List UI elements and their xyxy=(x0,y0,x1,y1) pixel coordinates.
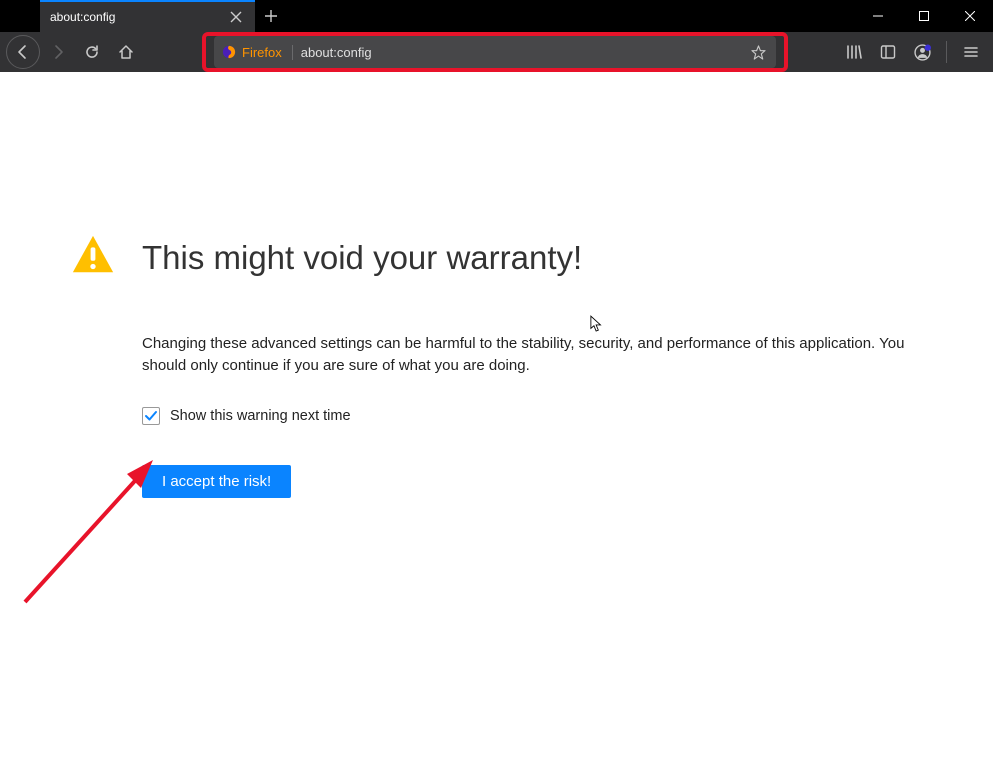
home-button[interactable] xyxy=(110,36,142,68)
tab-title: about:config xyxy=(50,10,219,24)
maximize-button[interactable] xyxy=(901,0,947,32)
toolbar-separator xyxy=(946,41,947,63)
close-window-button[interactable] xyxy=(947,0,993,32)
accept-risk-button[interactable]: I accept the risk! xyxy=(142,465,291,498)
show-warning-checkbox-label: Show this warning next time xyxy=(170,408,351,424)
new-tab-button[interactable] xyxy=(255,0,287,32)
urlbar-container: Firefox about:config xyxy=(214,36,776,68)
browser-tab[interactable]: about:config xyxy=(40,0,255,32)
tab-strip: about:config xyxy=(0,0,855,32)
show-warning-checkbox[interactable] xyxy=(142,407,160,425)
minimize-button[interactable] xyxy=(855,0,901,32)
library-button[interactable] xyxy=(838,36,870,68)
warning-title: This might void your warranty! xyxy=(142,239,582,277)
warning-triangle-icon xyxy=(70,232,116,283)
identity-label: Firefox xyxy=(242,45,282,60)
url-input[interactable]: about:config xyxy=(301,45,736,60)
bookmark-star-icon[interactable] xyxy=(744,38,772,66)
warning-body: Changing these advanced settings can be … xyxy=(142,333,942,498)
close-tab-icon[interactable] xyxy=(227,8,245,26)
warning-description: Changing these advanced settings can be … xyxy=(142,333,942,377)
account-button[interactable] xyxy=(906,36,938,68)
reload-button[interactable] xyxy=(76,36,108,68)
sidebar-button[interactable] xyxy=(872,36,904,68)
warning-header: This might void your warranty! xyxy=(70,232,953,283)
page-content: This might void your warranty! Changing … xyxy=(0,72,993,782)
titlebar: about:config xyxy=(0,0,993,32)
window-controls xyxy=(855,0,993,32)
identity-box[interactable]: Firefox xyxy=(222,45,293,60)
forward-button xyxy=(42,36,74,68)
back-button[interactable] xyxy=(6,35,40,69)
firefox-logo-icon xyxy=(222,45,236,59)
menu-button[interactable] xyxy=(955,36,987,68)
nav-toolbar: Firefox about:config xyxy=(0,32,993,72)
show-warning-checkbox-row: Show this warning next time xyxy=(142,407,942,425)
toolbar-right xyxy=(838,36,987,68)
urlbar[interactable]: Firefox about:config xyxy=(214,36,776,68)
